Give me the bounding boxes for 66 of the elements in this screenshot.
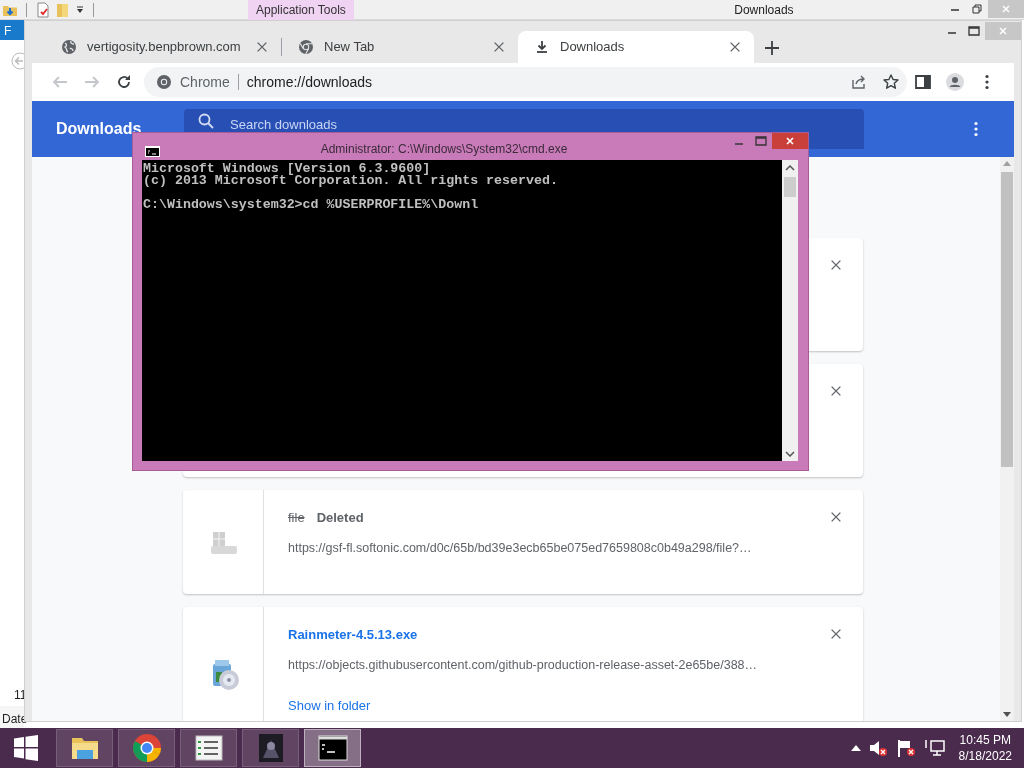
reload-icon[interactable] — [115, 73, 133, 91]
page-title: Downloads — [55, 119, 143, 139]
globe-icon — [61, 39, 77, 55]
taskbar-app-button[interactable] — [304, 729, 361, 767]
new-tab-icon[interactable] — [764, 40, 780, 57]
bookmark-star-icon[interactable] — [882, 73, 900, 91]
console-line: C:\Windows\system32>cd %USERPROFILE%\Downl — [143, 199, 480, 211]
scroll-down-icon[interactable] — [1003, 712, 1011, 717]
dropdown-icon[interactable] — [75, 4, 85, 15]
share-icon[interactable] — [850, 73, 868, 91]
scrollbar-thumb[interactable] — [784, 177, 796, 197]
chrome-logo-icon — [298, 39, 314, 55]
scrollbar-thumb[interactable] — [1001, 172, 1013, 467]
source-url: https://objects.githubusercontent.com/github-production-release-asset-2e65be/388… — [288, 656, 759, 674]
scroll-up-icon[interactable] — [785, 165, 795, 171]
clock-time[interactable]: 10:45 PM — [958, 732, 1012, 748]
console-line: Microsoft Windows [Version 6.3.9600] — [143, 163, 431, 175]
console-line: (c) 2013 Microsoft Corporation. All rights reserved. — [143, 175, 559, 187]
chrome-logo-icon — [156, 74, 172, 90]
close-icon[interactable] — [728, 40, 742, 54]
document-icon[interactable] — [35, 1, 51, 18]
file-link[interactable]: Rainmeter-4.5.13.exe — [288, 627, 418, 642]
download-icon — [534, 39, 550, 55]
console-icon — [145, 146, 160, 158]
tab-title: vertigosity.benpbrown.com — [87, 38, 242, 57]
clock-date[interactable]: 8/18/2022 — [958, 748, 1012, 764]
tab-title: New Tab — [324, 38, 376, 57]
close-icon[interactable] — [492, 40, 506, 54]
close-icon[interactable] — [829, 627, 843, 641]
start-icon[interactable] — [12, 734, 40, 762]
site-chip: Chrome — [172, 74, 239, 90]
taskbar-app-button[interactable] — [56, 729, 113, 767]
search-icon[interactable] — [198, 113, 214, 129]
browser-tab[interactable]: Downloads — [518, 31, 754, 63]
console-icon — [316, 732, 349, 764]
restore-icon[interactable] — [972, 4, 982, 14]
chrome-logo-icon — [130, 732, 163, 764]
maximize-icon[interactable] — [968, 26, 980, 36]
address-bar[interactable]: Chrome chrome://downloads — [144, 67, 907, 97]
speaker-muted-icon[interactable] — [868, 739, 889, 757]
close-button[interactable] — [772, 133, 808, 149]
status-label: Deleted — [316, 510, 364, 525]
show-hidden-icons-button[interactable] — [850, 745, 861, 751]
side-panel-icon[interactable] — [914, 73, 932, 91]
ribbon-tab[interactable]: F — [0, 20, 24, 40]
close-icon[interactable] — [829, 510, 843, 524]
scroll-down-icon[interactable] — [785, 451, 795, 457]
close-icon[interactable] — [255, 40, 269, 54]
file-name: file — [288, 510, 305, 525]
source-url: https://gsf-fl.softonic.com/d0c/65b/bd39e3ecb65be075ed7659808c0b49a298/file?… — [288, 539, 753, 557]
profile-icon[interactable] — [946, 73, 964, 91]
close-icon[interactable] — [829, 258, 843, 272]
flag-icon[interactable] — [896, 739, 917, 757]
window-title: Downloads — [733, 1, 795, 19]
url-text: chrome://downloads — [245, 72, 374, 92]
close-icon[interactable] — [829, 384, 843, 398]
ribbon-context-label: Application Tools — [248, 0, 354, 20]
browser-tab[interactable]: New Tab — [282, 31, 518, 63]
checklist-icon — [192, 732, 225, 764]
tab-title: Downloads — [560, 38, 626, 57]
maximize-icon[interactable] — [755, 136, 767, 146]
show-in-folder-link[interactable]: Show in folder — [288, 696, 371, 716]
browser-tab[interactable]: vertigosity.benpbrown.com — [45, 31, 281, 63]
network-icon[interactable] — [924, 739, 945, 757]
taskbar-app-button[interactable] — [180, 729, 237, 767]
search-input[interactable]: Search downloads — [230, 117, 864, 133]
